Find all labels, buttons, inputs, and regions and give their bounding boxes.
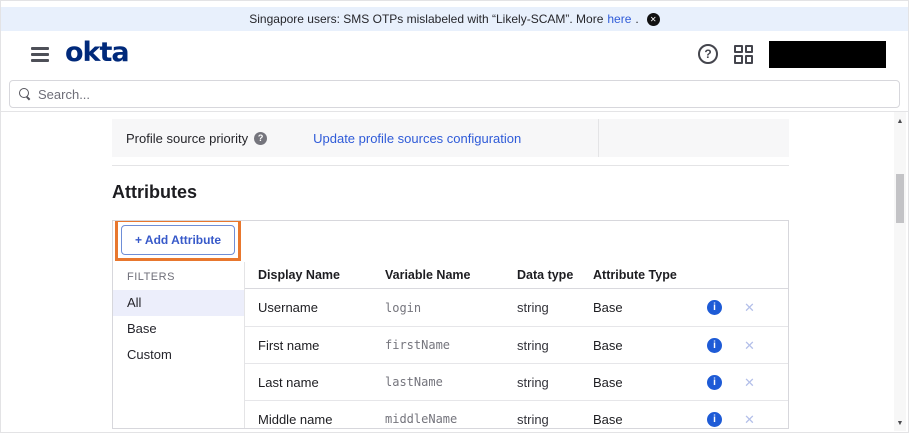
section-divider xyxy=(112,165,789,166)
filter-item-all[interactable]: All xyxy=(113,290,244,316)
update-profile-sources-link[interactable]: Update profile sources configuration xyxy=(313,131,521,146)
profile-source-info-icon[interactable]: ? xyxy=(254,132,267,145)
cell-attribute-type: Base xyxy=(593,338,703,353)
table-row-last-name: Last name lastName string Base i ✕ xyxy=(245,363,788,400)
header-data-type: Data type xyxy=(517,268,593,282)
scroll-up-icon[interactable]: ▲ xyxy=(894,118,906,125)
banner-wrap: Singapore users: SMS OTPs mislabeled wit… xyxy=(1,1,908,31)
search-row: Search... xyxy=(1,77,908,111)
cell-variable-name: firstName xyxy=(385,338,517,352)
table-header-row: Display Name Variable Name Data type Att… xyxy=(245,262,788,289)
remove-icon[interactable]: ✕ xyxy=(744,413,755,426)
cell-data-type: string xyxy=(517,412,593,427)
search-input[interactable]: Search... xyxy=(9,80,900,108)
row-actions: i ✕ xyxy=(707,338,755,353)
table-row-middle-name: Middle name middleName string Base i ✕ xyxy=(245,400,788,429)
cell-display-name: Username xyxy=(245,300,385,315)
header-display-name: Display Name xyxy=(245,268,385,282)
main-column: Profile source priority ? Update profile… xyxy=(112,119,789,429)
notification-banner: Singapore users: SMS OTPs mislabeled wit… xyxy=(1,7,908,31)
profile-source-priority-label: Profile source priority xyxy=(126,131,248,146)
vertical-scrollbar[interactable]: ▲ ▼ xyxy=(894,112,906,431)
search-icon xyxy=(19,88,31,100)
cell-data-type: string xyxy=(517,338,593,353)
table-row-first-name: First name firstName string Base i ✕ xyxy=(245,326,788,363)
cell-display-name: First name xyxy=(245,338,385,353)
banner-close-icon[interactable]: ✕ xyxy=(647,13,660,26)
card-toolbar: + Add Attribute xyxy=(113,221,788,262)
cell-variable-name: login xyxy=(385,301,517,315)
content-area: Profile source priority ? Update profile… xyxy=(1,111,908,431)
remove-icon[interactable]: ✕ xyxy=(744,376,755,389)
cell-variable-name: lastName xyxy=(385,375,517,389)
help-icon[interactable]: ? xyxy=(698,44,718,64)
okta-logo: okta xyxy=(65,39,129,70)
header-actions: ? xyxy=(698,41,886,68)
cell-attribute-type: Base xyxy=(593,412,703,427)
row-actions: i ✕ xyxy=(707,412,755,427)
cell-attribute-type: Base xyxy=(593,375,703,390)
header-attribute-type: Attribute Type xyxy=(593,268,703,282)
row-actions: i ✕ xyxy=(707,375,755,390)
cell-data-type: string xyxy=(517,375,593,390)
cell-variable-name: middleName xyxy=(385,412,517,426)
banner-here-link[interactable]: here xyxy=(607,12,631,26)
cell-display-name: Last name xyxy=(245,375,385,390)
attributes-heading: Attributes xyxy=(112,182,789,203)
attributes-card: + Add Attribute FILTERS All Base Custom … xyxy=(112,220,789,429)
attributes-table: Display Name Variable Name Data type Att… xyxy=(245,262,788,429)
okta-admin-window: Singapore users: SMS OTPs mislabeled wit… xyxy=(0,0,909,433)
cell-attribute-type: Base xyxy=(593,300,703,315)
hamburger-menu-icon[interactable] xyxy=(31,47,49,62)
info-icon[interactable]: i xyxy=(707,412,722,427)
filter-item-custom[interactable]: Custom xyxy=(113,342,244,368)
header-variable-name: Variable Name xyxy=(385,268,517,282)
app-header: okta ? xyxy=(1,31,908,77)
info-icon[interactable]: i xyxy=(707,375,722,390)
cell-display-name: Middle name xyxy=(245,412,385,427)
search-placeholder: Search... xyxy=(38,87,90,102)
table-row-username: Username login string Base i ✕ xyxy=(245,289,788,326)
banner-suffix: . xyxy=(635,12,638,26)
banner-text: Singapore users: SMS OTPs mislabeled wit… xyxy=(249,12,603,26)
annotation-highlight-box: + Add Attribute xyxy=(115,220,241,261)
profile-source-priority-row: Profile source priority ? Update profile… xyxy=(112,119,789,157)
cell-data-type: string xyxy=(517,300,593,315)
apps-grid-icon[interactable] xyxy=(734,45,753,64)
filters-title: FILTERS xyxy=(113,262,244,290)
scroll-down-icon[interactable]: ▼ xyxy=(894,420,906,427)
remove-icon[interactable]: ✕ xyxy=(744,301,755,314)
row-actions: i ✕ xyxy=(707,300,755,315)
add-attribute-button[interactable]: + Add Attribute xyxy=(121,225,235,255)
vertical-divider xyxy=(598,119,599,157)
remove-icon[interactable]: ✕ xyxy=(744,339,755,352)
info-icon[interactable]: i xyxy=(707,300,722,315)
scrollbar-thumb[interactable] xyxy=(896,174,904,223)
redacted-account-info[interactable] xyxy=(769,41,886,68)
info-icon[interactable]: i xyxy=(707,338,722,353)
card-body: FILTERS All Base Custom Display Name Var… xyxy=(113,262,788,429)
filter-item-base[interactable]: Base xyxy=(113,316,244,342)
filters-sidebar: FILTERS All Base Custom xyxy=(113,262,245,429)
